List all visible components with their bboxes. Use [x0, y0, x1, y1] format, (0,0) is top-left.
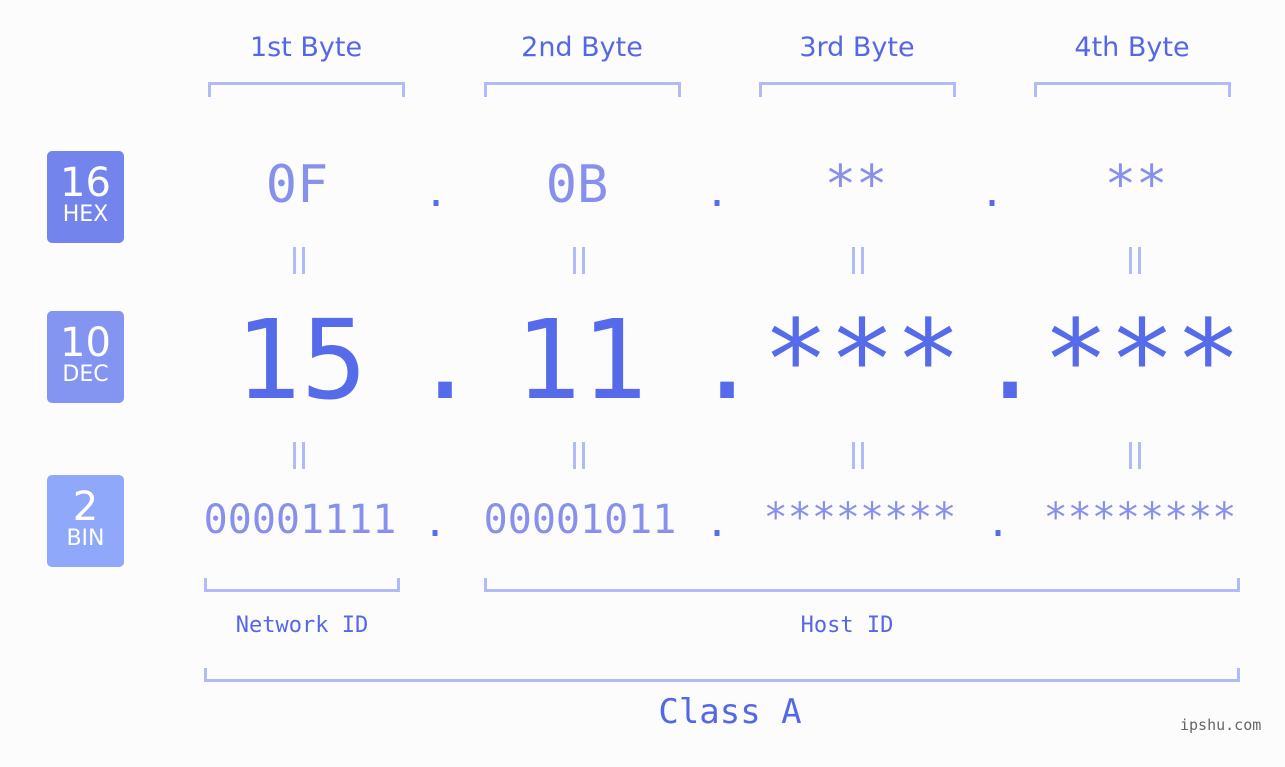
byte-bracket-4 [1034, 82, 1231, 97]
hex-byte-1: 0F [265, 155, 329, 215]
bin-byte-3: ******** [763, 495, 957, 541]
bin-badge-label: BIN [66, 526, 105, 551]
equals-icon [291, 442, 307, 469]
hex-byte-2: 0B [545, 155, 609, 215]
dec-byte-4: *** [1042, 296, 1242, 424]
class-bracket [204, 668, 1240, 682]
bin-separator-1: . [422, 500, 448, 546]
equals-icon [291, 247, 307, 274]
equals-icon [1127, 247, 1143, 274]
hex-separator-2: . [704, 170, 730, 216]
byte-header-4: 4th Byte [1074, 32, 1190, 63]
byte-bracket-3 [759, 82, 956, 97]
byte-bracket-2 [484, 82, 681, 97]
network-id-bracket [204, 578, 400, 592]
dec-separator-2: . [694, 296, 761, 424]
hex-separator-3: . [979, 170, 1005, 216]
equals-icon [1127, 442, 1143, 469]
equals-icon [571, 442, 587, 469]
bin-byte-2: 00001011 [483, 497, 677, 543]
hex-byte-4: ** [1104, 155, 1168, 215]
hex-byte-3: ** [824, 155, 888, 215]
dec-badge-base: 10 [60, 320, 111, 366]
bin-byte-1: 00001111 [203, 497, 397, 543]
dec-byte-1: 15 [234, 296, 368, 424]
byte-header-3: 3rd Byte [799, 32, 915, 63]
class-label: Class A [658, 692, 802, 732]
hex-separator-1: . [423, 170, 449, 216]
equals-icon [850, 442, 866, 469]
dec-byte-2: 11 [514, 296, 648, 424]
hex-badge-base: 16 [60, 160, 111, 206]
dec-byte-3: *** [762, 296, 962, 424]
bin-byte-4: ******** [1043, 495, 1237, 541]
dec-separator-3: . [977, 296, 1044, 424]
bin-separator-2: . [704, 500, 730, 546]
dec-badge: 10 DEC [47, 311, 124, 403]
byte-bracket-1 [208, 82, 405, 97]
bin-separator-3: . [985, 500, 1011, 546]
bin-badge-base: 2 [72, 484, 99, 530]
hex-badge-label: HEX [62, 202, 109, 227]
host-id-bracket [484, 578, 1240, 592]
byte-header-1: 1st Byte [249, 32, 363, 63]
watermark: ipshu.com [1180, 716, 1262, 734]
bin-badge: 2 BIN [47, 475, 124, 567]
equals-icon [571, 247, 587, 274]
equals-icon [850, 247, 866, 274]
network-id-label: Network ID [235, 613, 369, 638]
host-id-label: Host ID [800, 613, 894, 638]
hex-badge: 16 HEX [47, 151, 124, 243]
dec-separator-1: . [412, 296, 479, 424]
byte-header-2: 2nd Byte [521, 32, 643, 63]
dec-badge-label: DEC [62, 362, 109, 387]
